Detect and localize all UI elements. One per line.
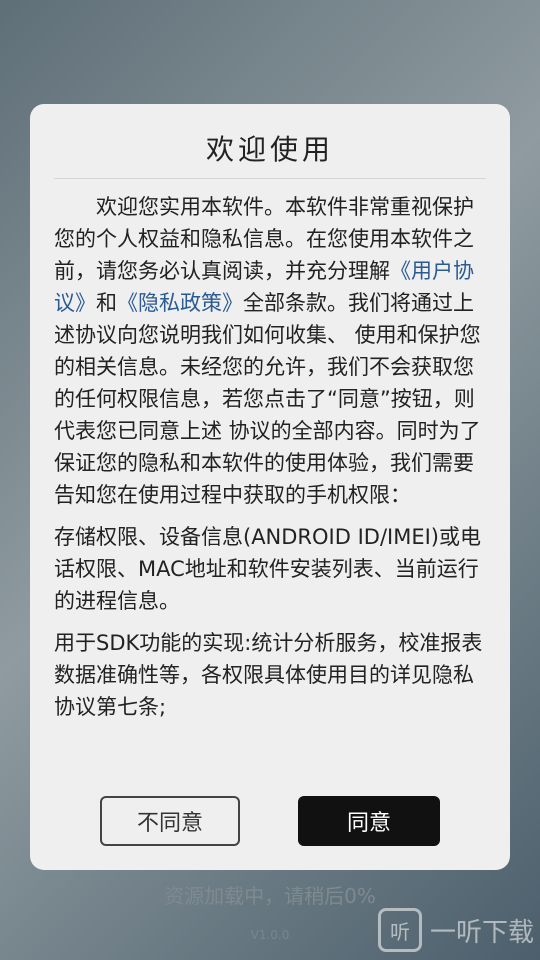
permissions-paragraph: 存储权限、设备信息(ANDROID ID/IMEI)或电话权限、MAC地址和软件… (54, 525, 482, 613)
agree-button[interactable]: 同意 (298, 796, 440, 846)
dialog-title: 欢迎使用 (54, 128, 486, 179)
dialog-buttons: 不同意 同意 (30, 796, 510, 848)
watermark-text: 一听下载 (429, 917, 534, 948)
watermark-icon: 听 (377, 908, 422, 952)
privacy-dialog: 欢迎使用 欢迎您实用本软件。本软件非常重视保护您的个人权益和隐私信息。在您使用本… (30, 104, 510, 870)
purpose-paragraph: 用于SDK功能的实现:统计分析服务，校准报表数据准确性等，各权限具体使用目的详见… (54, 631, 483, 719)
watermark: 听 一听下载 (377, 908, 534, 952)
intro-text-b: 全部条款。我们将通过上述协议向您说明我们如何收集、 使用和保护您的相关信息。未经… (54, 291, 481, 507)
disagree-button[interactable]: 不同意 (100, 796, 240, 846)
dialog-body: 欢迎您实用本软件。本软件非常重视保护您的个人权益和隐私信息。在您使用本软件之前，… (54, 191, 486, 723)
privacy-policy-link[interactable]: 《隐私政策》 (117, 291, 243, 315)
intro-paragraph: 欢迎您实用本软件。本软件非常重视保护您的个人权益和隐私信息。在您使用本软件之前，… (54, 191, 486, 511)
loading-text: 资源加载中，请稍后0% (164, 884, 376, 908)
and-text: 和 (96, 291, 117, 315)
